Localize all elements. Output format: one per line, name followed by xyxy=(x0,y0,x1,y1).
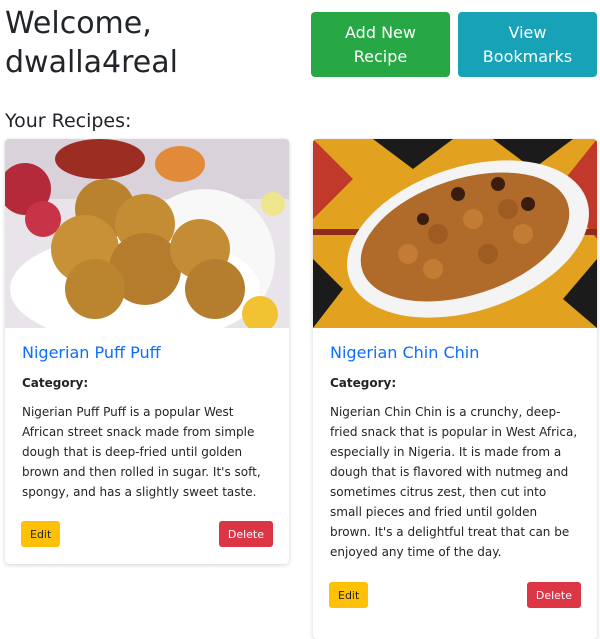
delete-button[interactable]: Delete xyxy=(218,521,273,547)
recipe-card: Nigerian Puff Puff Category: Nigerian Pu… xyxy=(5,139,289,564)
puff-puff-image xyxy=(5,139,289,328)
view-bookmarks-button[interactable]: View Bookmarks xyxy=(458,12,597,77)
delete-button[interactable]: Delete xyxy=(526,582,581,608)
edit-button[interactable]: Edit xyxy=(21,521,61,547)
recipe-card: Nigerian Chin Chin Category: Nigerian Ch… xyxy=(313,139,597,639)
edit-button[interactable]: Edit xyxy=(329,582,369,608)
welcome-heading: Welcome, dwalla4real xyxy=(5,6,178,80)
recipe-title[interactable]: Nigerian Puff Puff xyxy=(22,342,272,364)
add-new-recipe-button[interactable]: Add New Recipe xyxy=(311,12,450,77)
recipe-description: Nigerian Chin Chin is a crunchy, deep-fr… xyxy=(330,405,578,559)
category-label: Category: xyxy=(22,376,89,390)
recipe-description: Nigerian Puff Puff is a popular West Afr… xyxy=(22,405,261,499)
your-recipes-heading: Your Recipes: xyxy=(5,110,132,132)
category-label: Category: xyxy=(330,376,397,390)
recipe-title[interactable]: Nigerian Chin Chin xyxy=(330,342,580,364)
chin-chin-image xyxy=(313,139,597,328)
